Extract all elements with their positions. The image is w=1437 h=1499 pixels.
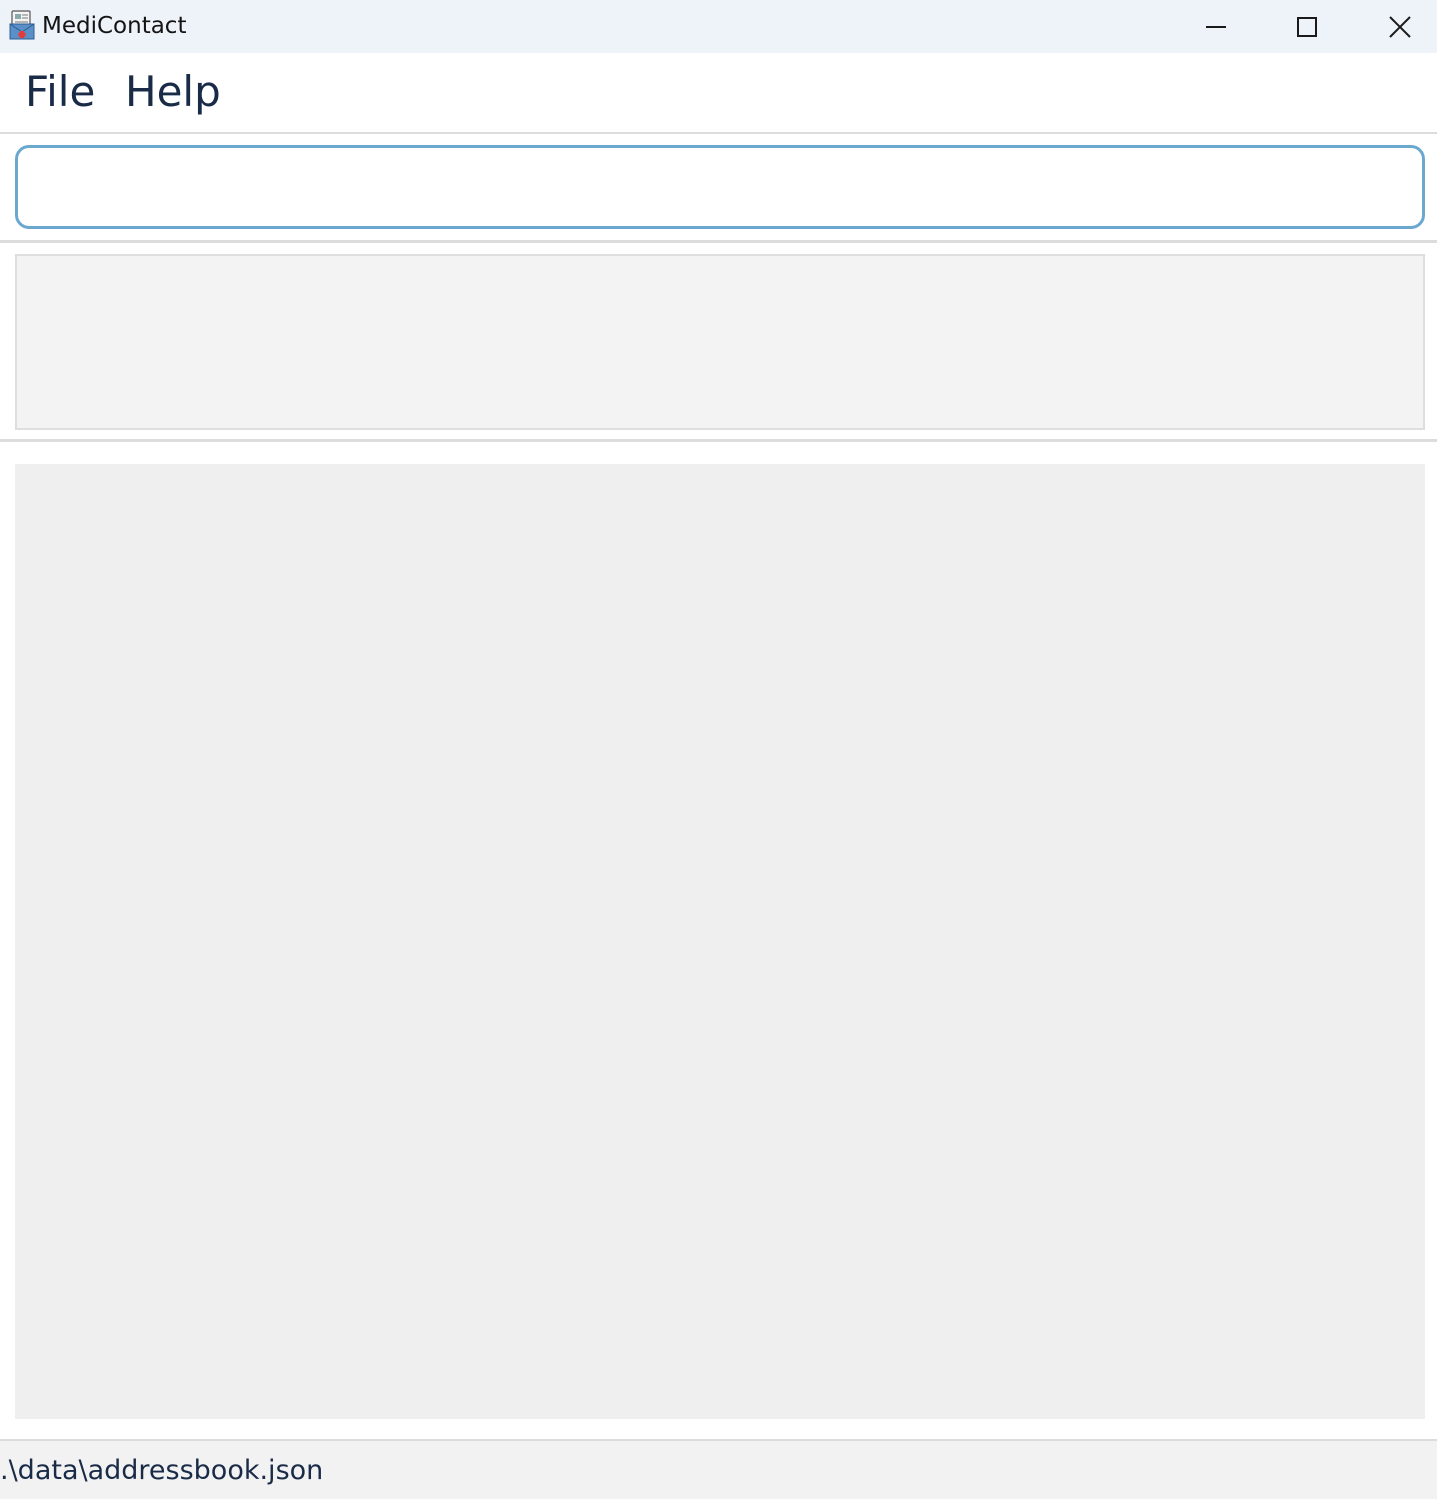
minimize-icon	[1206, 25, 1226, 28]
close-icon	[1389, 15, 1411, 38]
result-display-container	[0, 243, 1437, 442]
maximize-icon	[1297, 16, 1317, 37]
minimize-button[interactable]	[1170, 0, 1262, 53]
maximize-button[interactable]	[1261, 0, 1353, 53]
close-button[interactable]	[1354, 0, 1437, 53]
menu-file[interactable]: File	[25, 67, 95, 117]
menu-bar: File Help	[0, 53, 1437, 134]
result-display[interactable]	[15, 254, 1425, 430]
person-list-panel[interactable]	[15, 464, 1425, 1419]
title-bar[interactable]: MediContact	[0, 0, 1437, 53]
status-bar: .\data\addressbook.json	[0, 1439, 1437, 1499]
window-title: MediContact	[42, 13, 187, 39]
medicontact-app-icon	[9, 10, 35, 40]
save-location-label: .\data\addressbook.json	[0, 1455, 324, 1486]
command-box-container	[0, 134, 1437, 243]
menu-help[interactable]: Help	[125, 67, 221, 117]
command-input[interactable]	[15, 145, 1425, 229]
app-window: MediContact File Help .\data\addressbook…	[0, 0, 1437, 1499]
